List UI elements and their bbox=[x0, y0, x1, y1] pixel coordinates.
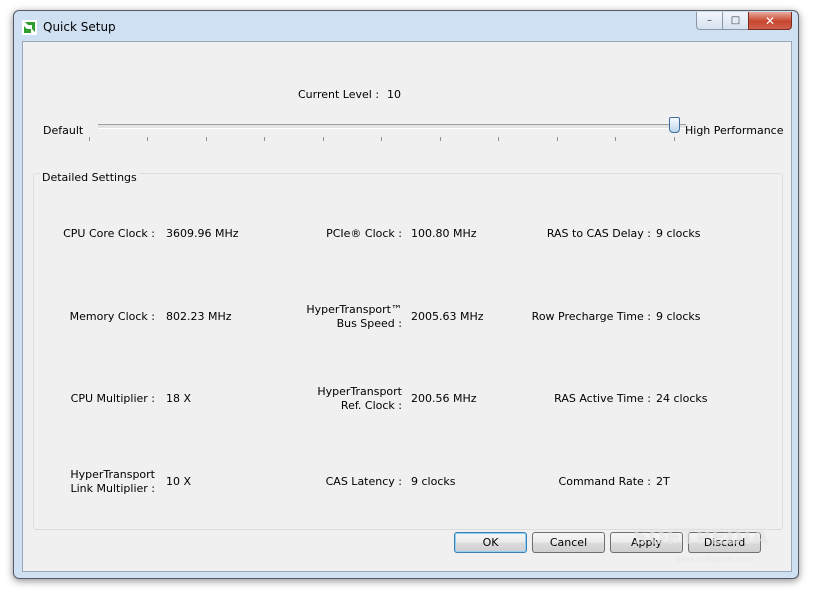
cas-latency-label: CAS Latency : bbox=[325, 475, 402, 488]
cpu-multiplier-label: CPU Multiplier : bbox=[70, 392, 155, 405]
quick-setup-window: Quick Setup – □ ✕ Current Level : 10 Def… bbox=[13, 10, 799, 579]
slider-thumb[interactable] bbox=[669, 117, 680, 133]
slider-tick bbox=[615, 137, 616, 141]
slider-tick bbox=[264, 137, 265, 141]
pcie-clock-value: 100.80 MHz bbox=[411, 227, 477, 240]
ras-active-time-value: 24 clocks bbox=[656, 392, 708, 405]
slider-max-label: High Performance bbox=[685, 124, 784, 137]
close-icon: ✕ bbox=[764, 13, 776, 28]
slider-tick bbox=[498, 137, 499, 141]
softpedia-watermark-url: www.softpedia.com bbox=[675, 555, 754, 564]
slider-tick bbox=[89, 137, 90, 141]
ht-ref-clock-label: HyperTransport Ref. Clock : bbox=[317, 385, 402, 412]
memory-clock-label: Memory Clock : bbox=[69, 310, 155, 323]
slider-tick bbox=[147, 137, 148, 141]
ht-ref-clock-value: 200.56 MHz bbox=[411, 392, 477, 405]
cas-latency-value: 9 clocks bbox=[411, 475, 456, 488]
current-level-label: Current Level : bbox=[298, 88, 380, 101]
minimize-button[interactable]: – bbox=[696, 12, 722, 30]
amd-logo-icon bbox=[22, 20, 37, 35]
softpedia-watermark: SOFTPEDIA bbox=[633, 525, 769, 549]
ht-bus-speed-value: 2005.63 MHz bbox=[411, 310, 484, 323]
memory-clock-value: 802.23 MHz bbox=[166, 310, 232, 323]
row-precharge-time-label: Row Precharge Time : bbox=[531, 310, 651, 323]
row-precharge-time-value: 9 clocks bbox=[656, 310, 701, 323]
window-title: Quick Setup bbox=[43, 20, 116, 34]
cancel-button[interactable]: Cancel bbox=[532, 532, 605, 553]
ras-to-cas-delay-value: 9 clocks bbox=[656, 227, 701, 240]
ras-to-cas-delay-label: RAS to CAS Delay : bbox=[546, 227, 651, 240]
slider-tick bbox=[674, 137, 675, 141]
dialog-client-area: Current Level : 10 Default High Performa… bbox=[22, 41, 792, 572]
command-rate-value: 2T bbox=[656, 475, 670, 488]
minimize-icon: – bbox=[707, 15, 712, 26]
cpu-core-clock-label: CPU Core Clock : bbox=[63, 227, 155, 240]
title-bar[interactable]: Quick Setup – □ ✕ bbox=[14, 11, 798, 41]
current-level-value: 10 bbox=[387, 88, 401, 101]
cpu-core-clock-value: 3609.96 MHz bbox=[166, 227, 239, 240]
slider-min-label: Default bbox=[43, 124, 84, 137]
slider-tick bbox=[381, 137, 382, 141]
ht-bus-speed-label: HyperTransport™ Bus Speed : bbox=[306, 303, 402, 330]
detailed-settings-title: Detailed Settings bbox=[40, 171, 139, 184]
slider-tick bbox=[206, 137, 207, 141]
slider-tick bbox=[440, 137, 441, 141]
caption-buttons: – □ ✕ bbox=[696, 12, 792, 30]
command-rate-label: Command Rate : bbox=[558, 475, 651, 488]
ht-link-multiplier-value: 10 X bbox=[166, 475, 192, 488]
maximize-icon: □ bbox=[730, 15, 741, 26]
close-button[interactable]: ✕ bbox=[748, 12, 792, 30]
slider-tick bbox=[323, 137, 324, 141]
maximize-button[interactable]: □ bbox=[722, 12, 748, 30]
slider-track[interactable] bbox=[98, 124, 686, 129]
ok-button[interactable]: OK bbox=[454, 532, 527, 553]
ht-link-multiplier-label: HyperTransport Link Multiplier : bbox=[70, 468, 155, 495]
slider-tick bbox=[557, 137, 558, 141]
cpu-multiplier-value: 18 X bbox=[166, 392, 192, 405]
ras-active-time-label: RAS Active Time : bbox=[554, 392, 651, 405]
pcie-clock-label: PCIe® Clock : bbox=[326, 227, 402, 240]
